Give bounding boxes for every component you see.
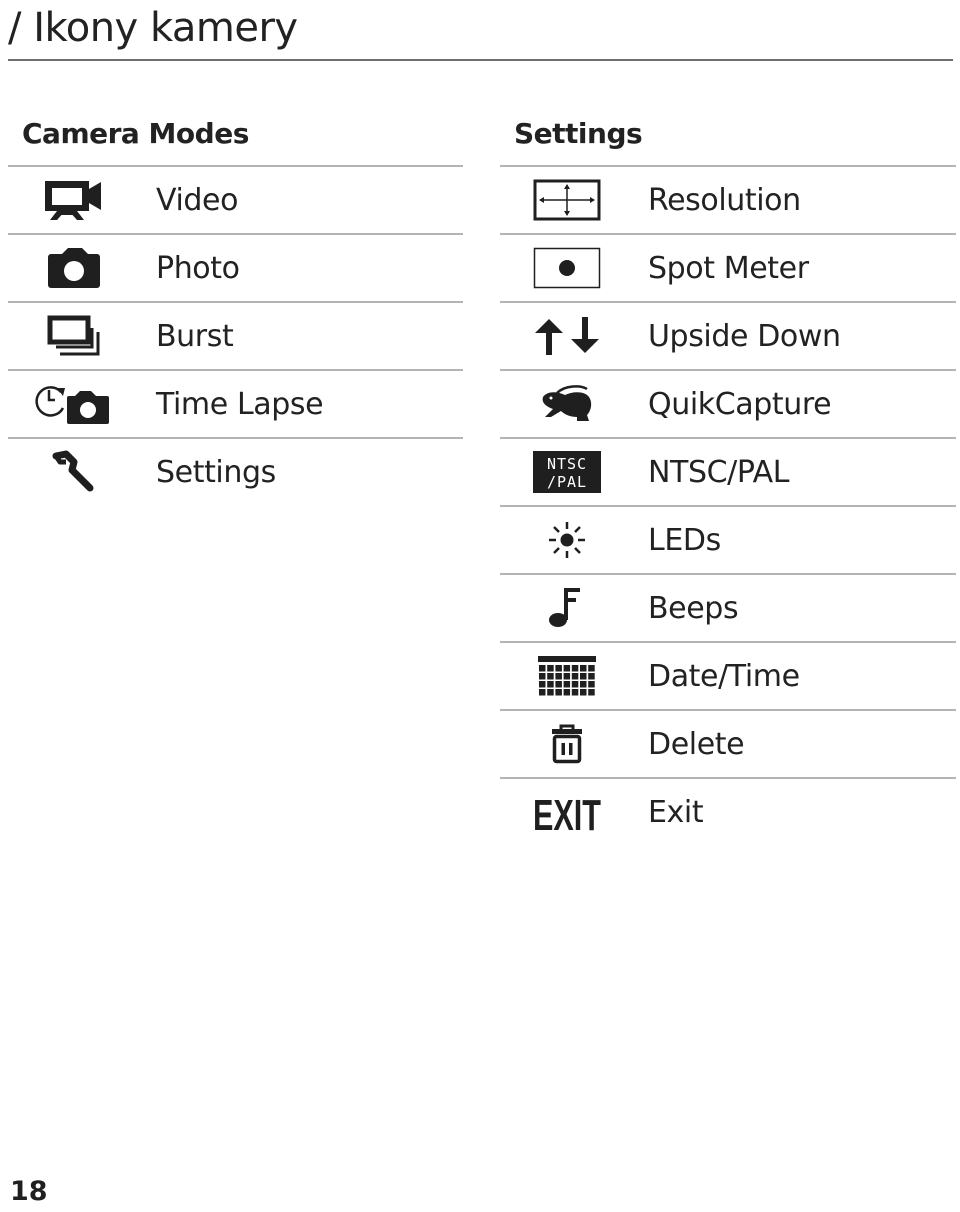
list-item-burst: Burst (8, 303, 463, 371)
item-label: Exit (648, 794, 704, 830)
item-label: NTSC/PAL (648, 454, 790, 490)
calendar-cell (539, 665, 546, 672)
list-item-upside-down: Upside Down (500, 303, 956, 371)
rabbit-icon (542, 385, 592, 421)
list-item-settings: Settings (8, 439, 463, 505)
page-number: 18 (10, 1176, 48, 1207)
calendar-cell (588, 681, 595, 688)
item-label: Settings (156, 454, 276, 490)
calendar-cell (539, 681, 546, 688)
item-label: Delete (648, 726, 745, 762)
wrench-icon (52, 450, 94, 492)
calendar-cell (547, 689, 554, 696)
calendar-cell (547, 681, 554, 688)
list-item-spot-meter: Spot Meter (500, 235, 956, 303)
ntsc-text: NTSC (547, 455, 587, 473)
ntsc-pal-icon: NTSC /PAL (533, 451, 601, 493)
calendar-cell (580, 689, 587, 696)
camera-modes-heading: Camera Modes (22, 117, 249, 150)
calendar-cell (555, 689, 562, 696)
list-item-time-lapse: Time Lapse (8, 371, 463, 439)
list-item-resolution: Resolution (500, 167, 956, 235)
calendar-cell (563, 665, 571, 672)
item-label: Burst (156, 318, 234, 354)
calendar-cell (571, 673, 579, 680)
item-label: QuikCapture (648, 386, 832, 422)
calendar-cell (571, 689, 579, 696)
time-lapse-icon (35, 386, 109, 424)
photo-camera-icon (48, 248, 100, 288)
calendar-cell (563, 673, 571, 680)
list-item-ntsc-pal: NTSC /PAL NTSC/PAL (500, 439, 956, 507)
burst-icon (47, 315, 100, 356)
calendar-cell (563, 689, 571, 696)
item-label: Resolution (648, 182, 801, 218)
exit-icon-text: EXIT (533, 791, 601, 833)
list-item-delete: Delete (500, 711, 956, 779)
page-title: / Ikony kamery (8, 5, 298, 51)
exit-icon: EXIT (533, 791, 601, 833)
spot-meter-icon (533, 247, 601, 289)
calendar-icon (538, 656, 596, 696)
calendar-cell (571, 681, 579, 688)
settings-list: Resolution Spot Meter Upside Down QuikCa… (500, 165, 956, 845)
calendar-cell (580, 673, 587, 680)
title-divider (8, 59, 953, 61)
upside-down-arrows-icon (535, 317, 599, 355)
calendar-cell (580, 665, 587, 672)
calendar-cell (588, 673, 595, 680)
item-label: Video (156, 182, 239, 218)
item-label: Date/Time (648, 658, 800, 694)
item-label: Spot Meter (648, 250, 809, 286)
led-light-icon (549, 522, 585, 558)
list-item-beeps: Beeps (500, 575, 956, 643)
pal-text: /PAL (547, 473, 587, 491)
list-item-photo: Photo (8, 235, 463, 303)
calendar-cell (580, 681, 587, 688)
item-label: Time Lapse (156, 386, 324, 422)
trash-icon (552, 724, 582, 764)
item-label: Photo (156, 250, 240, 286)
calendar-cell (555, 665, 562, 672)
list-item-exit: EXIT Exit (500, 779, 956, 845)
calendar-cell (555, 673, 562, 680)
calendar-cell (588, 689, 595, 696)
camera-modes-list: Video Photo Burst Time Lapse Settings (8, 165, 463, 505)
calendar-cell (588, 665, 595, 672)
calendar-cell (539, 673, 546, 680)
calendar-cell (539, 689, 546, 696)
list-item-video: Video (8, 167, 463, 235)
settings-heading: Settings (514, 117, 643, 150)
music-note-icon (549, 588, 580, 627)
calendar-cell (555, 681, 562, 688)
video-camera-icon (45, 181, 101, 220)
item-label: LEDs (648, 522, 721, 558)
settings-section: Settings Resolution Spot Meter Upside Do… (500, 110, 956, 845)
item-label: Upside Down (648, 318, 841, 354)
list-item-quikcapture: QuikCapture (500, 371, 956, 439)
calendar-cell (547, 673, 554, 680)
calendar-cell (563, 681, 571, 688)
calendar-cell (547, 665, 554, 672)
calendar-cell (571, 665, 579, 672)
camera-modes-section: Camera Modes Video Photo Burst Time Laps… (8, 110, 463, 505)
item-label: Beeps (648, 590, 739, 626)
list-item-leds: LEDs (500, 507, 956, 575)
list-item-date-time: Date/Time (500, 643, 956, 711)
resolution-icon (533, 179, 601, 221)
